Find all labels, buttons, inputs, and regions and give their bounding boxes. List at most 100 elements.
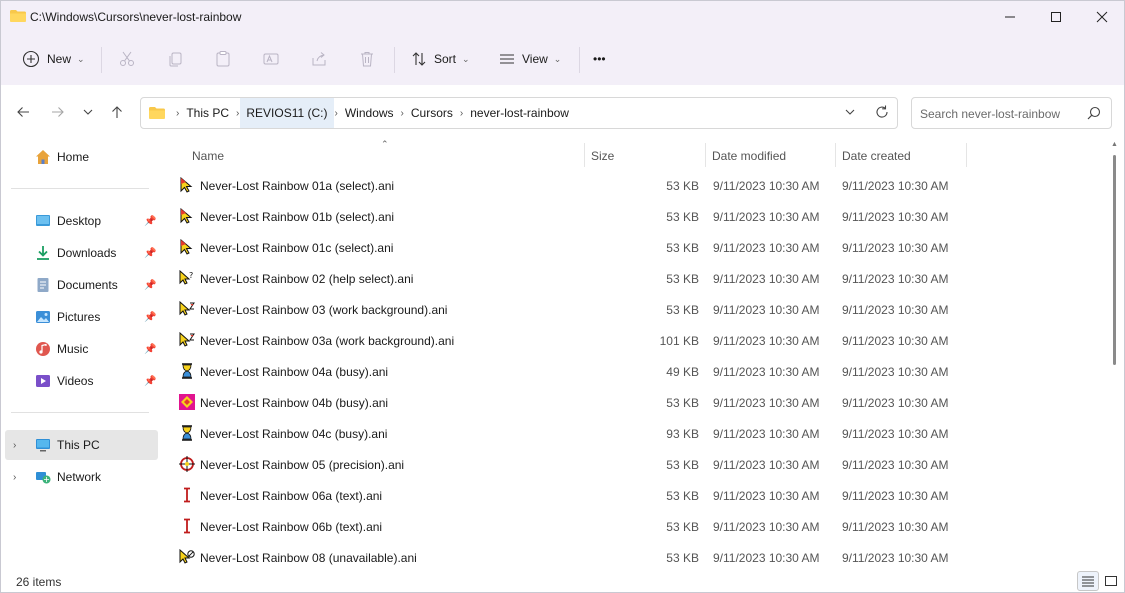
column-header-name[interactable]: Name (192, 143, 582, 169)
text-cursor-icon (184, 518, 190, 534)
table-row[interactable]: ? Never-Lost Rainbow 02 (help select).ani… (174, 263, 974, 294)
column-header-date-modified[interactable]: Date modified (712, 143, 832, 169)
tiles-view-button[interactable] (1100, 571, 1122, 591)
folder-icon (149, 107, 165, 119)
maximize-button[interactable] (1033, 1, 1079, 33)
file-size: 53 KB (666, 241, 699, 255)
table-row[interactable]: Never-Lost Rainbow 03a (work background)… (174, 325, 974, 356)
chevron-down-icon: ⌄ (462, 53, 470, 64)
sidebar-item-network[interactable]: › Network (1, 462, 158, 492)
file-size: 53 KB (666, 210, 699, 224)
sidebar-item-label: This PC (57, 438, 100, 452)
column-divider[interactable] (705, 143, 706, 167)
share-button[interactable] (309, 45, 329, 73)
navigation-pane: Home Desktop 📌 Downloads 📌 Documents 📌 P… (1, 139, 161, 569)
new-button[interactable]: New ⌄ (21, 45, 85, 73)
sort-button[interactable]: Sort ⌄ (409, 45, 470, 73)
breadcrumb-windows[interactable]: Windows (339, 98, 400, 128)
svg-text:?: ? (189, 271, 193, 280)
sidebar-item-this-pc[interactable]: › This PC (5, 430, 158, 460)
file-size: 93 KB (666, 427, 699, 441)
file-date-modified: 9/11/2023 10:30 AM (713, 520, 820, 534)
sidebar-item-home[interactable]: Home (1, 142, 158, 172)
address-history-button[interactable] (844, 106, 856, 121)
arrow-cursor-icon (180, 239, 193, 255)
arrow-cursor-icon (180, 208, 193, 224)
column-divider[interactable] (835, 143, 836, 167)
refresh-button[interactable] (875, 105, 889, 122)
sidebar-item-pictures[interactable]: Pictures 📌 (1, 302, 158, 332)
column-header-date-created[interactable]: Date created (842, 143, 962, 169)
divider (579, 47, 580, 73)
up-button[interactable] (106, 101, 128, 123)
copy-button[interactable] (165, 45, 185, 73)
table-row[interactable]: Never-Lost Rainbow 01b (select).ani 53 KB… (174, 201, 974, 232)
file-date-modified: 9/11/2023 10:30 AM (713, 179, 820, 193)
document-icon (37, 278, 49, 292)
breadcrumb-current[interactable]: never-lost-rainbow (464, 98, 575, 128)
cut-button[interactable] (117, 45, 137, 73)
table-row[interactable]: Never-Lost Rainbow 06b (text).ani 53 KB 9/… (174, 511, 974, 542)
sidebar-item-music[interactable]: Music 📌 (1, 334, 158, 364)
sidebar-item-label: Home (57, 150, 90, 164)
pin-icon: 📌 (144, 279, 157, 291)
column-divider[interactable] (966, 143, 967, 167)
column-header-label: Name (192, 149, 225, 163)
sidebar-item-label: Network (57, 470, 102, 484)
back-button[interactable] (12, 101, 34, 123)
table-row[interactable]: Never-Lost Rainbow 01a (select).ani 53 KB… (174, 170, 974, 201)
chevron-down-icon: ⌄ (553, 53, 562, 64)
title-bar[interactable]: C:\Windows\Cursors\never-lost-rainbow (1, 1, 1124, 33)
table-row[interactable]: Never-Lost Rainbow 05 (precision).ani 53 … (174, 449, 974, 480)
delete-button[interactable] (357, 45, 377, 73)
table-row[interactable]: Never-Lost Rainbow 06a (text).ani 53 KB 9/… (174, 480, 974, 511)
sidebar-item-desktop[interactable]: Desktop 📌 (1, 206, 158, 236)
file-size: 53 KB (666, 458, 699, 472)
home-icon (36, 150, 50, 164)
details-view-button[interactable] (1077, 571, 1099, 591)
more-options-button[interactable]: ••• (593, 45, 606, 73)
address-bar[interactable]: › This PC › REVIOS11 (C:) › Windows › Cu… (140, 97, 898, 129)
sidebar-item-videos[interactable]: Videos 📌 (1, 366, 158, 396)
scrollbar-thumb[interactable] (1113, 155, 1116, 365)
view-button[interactable]: View ⌄ (497, 45, 561, 73)
sidebar-item-downloads[interactable]: Downloads 📌 (1, 238, 158, 268)
file-name: Never-Lost Rainbow 01c (select).ani (200, 241, 394, 255)
file-date-modified: 9/11/2023 10:30 AM (713, 334, 820, 348)
breadcrumb-drive[interactable]: REVIOS11 (C:) (240, 98, 334, 128)
close-button[interactable] (1079, 1, 1124, 33)
forward-button[interactable] (47, 101, 69, 123)
table-row[interactable]: Never-Lost Rainbow 04b (busy).ani 53 KB 9/… (174, 387, 974, 418)
scroll-up-icon[interactable]: ▲ (1111, 141, 1118, 148)
table-row[interactable]: Never-Lost Rainbow 04c (busy).ani 93 KB 9/… (174, 418, 974, 449)
paste-button[interactable] (213, 45, 233, 73)
file-date-modified: 9/11/2023 10:30 AM (713, 303, 820, 317)
table-row[interactable]: Never-Lost Rainbow 01c (select).ani 53 KB… (174, 232, 974, 263)
column-header-size[interactable]: Size (591, 143, 701, 169)
column-header-label: Date created (842, 149, 911, 163)
chevron-right-icon[interactable]: › (13, 440, 16, 451)
music-icon (36, 342, 50, 356)
search-box[interactable]: Search never-lost-rainbow (911, 97, 1112, 129)
vertical-scrollbar[interactable]: ▲ (1109, 141, 1121, 569)
breadcrumb-this-pc[interactable]: This PC (180, 98, 235, 128)
file-name: Never-Lost Rainbow 02 (help select).ani (200, 272, 414, 286)
sidebar-item-label: Music (57, 342, 89, 356)
sidebar-item-documents[interactable]: Documents 📌 (1, 270, 158, 300)
refresh-icon (876, 105, 888, 118)
recent-locations-button[interactable] (77, 101, 99, 123)
divider (11, 412, 149, 413)
breadcrumb-cursors[interactable]: Cursors (405, 98, 459, 128)
sort-icon (409, 49, 429, 69)
rename-button[interactable] (261, 45, 281, 73)
file-explorer-window: C:\Windows\Cursors\never-lost-rainbow Ne… (0, 0, 1125, 593)
minimize-button[interactable] (987, 1, 1033, 33)
table-row[interactable]: Never-Lost Rainbow 03 (work background).… (174, 294, 974, 325)
table-row[interactable]: Never-Lost Rainbow 04a (busy).ani 49 KB 9/… (174, 356, 974, 387)
file-size: 53 KB (666, 551, 699, 565)
chevron-right-icon[interactable]: › (13, 472, 16, 483)
file-list: ⌃ Name Size Date modified Date created N… (161, 139, 1124, 569)
column-divider[interactable] (584, 143, 585, 167)
file-size: 53 KB (666, 272, 699, 286)
pin-icon: 📌 (144, 311, 157, 323)
